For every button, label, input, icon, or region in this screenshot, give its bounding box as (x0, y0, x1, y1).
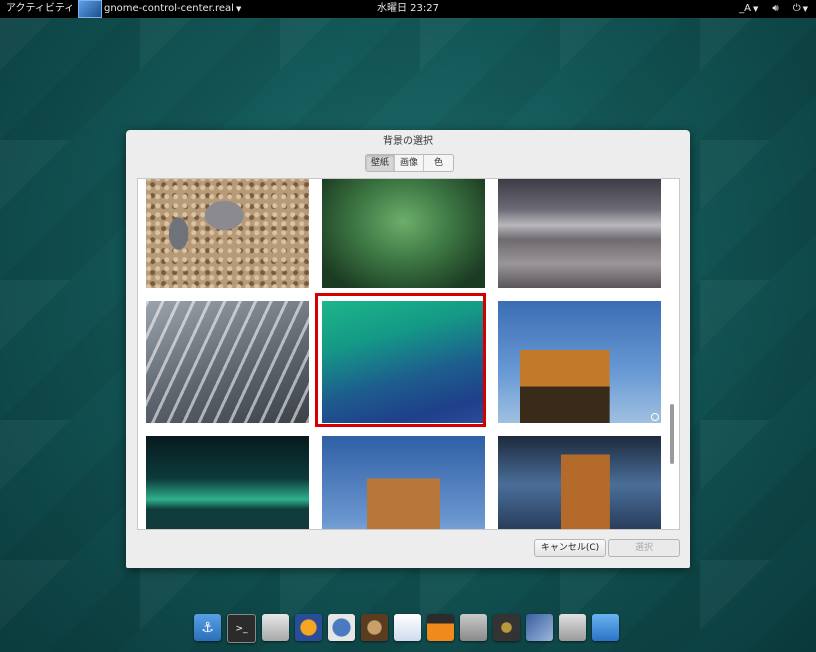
speaker-app-icon[interactable] (361, 614, 388, 641)
desktop-icon[interactable] (592, 614, 619, 641)
chevron-down-icon: ▼ (752, 5, 759, 13)
tab-pictures[interactable]: 画像 (395, 155, 425, 171)
trash-icon[interactable] (559, 614, 586, 641)
file-manager-icon[interactable] (262, 614, 289, 641)
selection-highlight (315, 293, 486, 427)
tab-wallpapers[interactable]: 壁紙 (366, 155, 396, 171)
wallpaper-stormy-sea[interactable] (498, 179, 661, 288)
scrollbar[interactable] (670, 404, 674, 464)
dock: ⚓ >_ (190, 612, 626, 652)
dialog-title: 背景の選択 (383, 136, 433, 147)
top-bar: アクティビティ gnome-control-center.real ▼ 水曜日 … (0, 0, 816, 18)
wallpaper-green-glow[interactable] (322, 179, 485, 288)
image-viewer-icon[interactable] (526, 614, 553, 641)
source-switcher: 壁紙 画像 色 (365, 154, 455, 172)
speaker-icon[interactable]: 🔊︎ (772, 0, 778, 18)
chevron-down-icon: ▼ (802, 5, 808, 13)
anchor-icon[interactable]: ⚓ (194, 614, 221, 641)
wallpaper-grid (137, 178, 680, 530)
system-tray: _A ▼ 🔊︎ ⏻ ▼ (739, 0, 808, 18)
background-chooser-dialog: 背景の選択 壁紙 画像 色 キャンセル(C) 選択 (126, 130, 690, 568)
firefox-icon[interactable] (295, 614, 322, 641)
terminal-icon[interactable]: >_ (227, 614, 256, 643)
input-method-indicator[interactable]: _A ▼ (739, 0, 758, 18)
cancel-button[interactable]: キャンセル(C) (534, 539, 606, 557)
vlc-icon[interactable] (427, 614, 454, 641)
input-method-label: _A (739, 3, 751, 14)
wallpaper-pebbles[interactable] (146, 179, 309, 288)
wallpaper-frosted-grass[interactable] (146, 301, 309, 423)
wallpaper-castle-sunset[interactable] (498, 301, 661, 423)
clock[interactable]: 水曜日 23:27 (0, 0, 816, 18)
chat-icon[interactable] (394, 614, 421, 641)
power-icon[interactable]: ⏻ ▼ (793, 0, 808, 18)
selected-indicator-icon (651, 413, 659, 421)
tab-colors[interactable]: 色 (424, 155, 453, 171)
mail-icon[interactable] (328, 614, 355, 641)
wallpaper-aurora-horizon[interactable] (146, 436, 309, 529)
wallpaper-castle-cloudy[interactable] (498, 436, 661, 529)
wallpaper-castle-blue-sky[interactable] (322, 436, 485, 529)
music-player-icon[interactable] (493, 614, 520, 641)
mixer-icon[interactable] (460, 614, 487, 641)
select-button[interactable]: 選択 (608, 539, 680, 557)
